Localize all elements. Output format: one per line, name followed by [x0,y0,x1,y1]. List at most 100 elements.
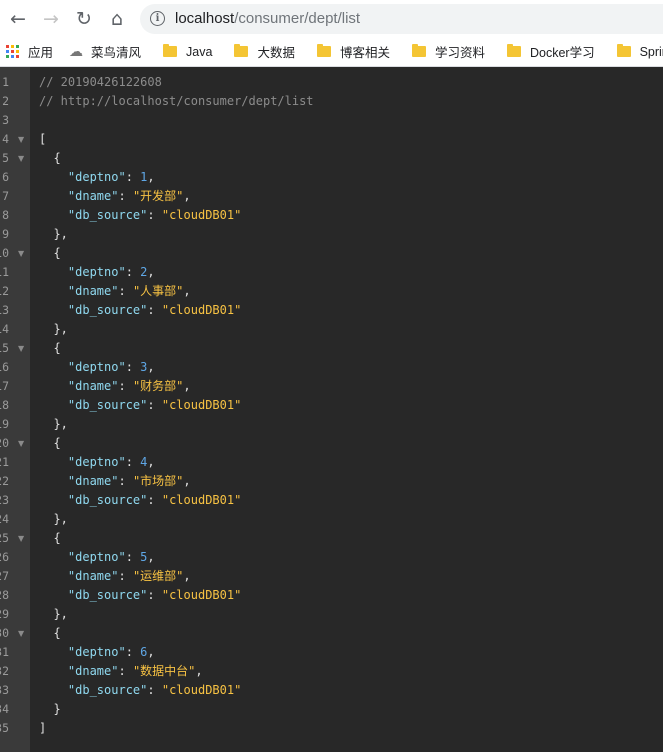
json-code: 1 // 20190426122608 2 // http://localhost/c… [0,73,663,738]
code-text: { [39,624,60,643]
json-string: "cloudDB01" [161,208,242,222]
fold-toggle-icon[interactable]: ▼ [18,529,24,548]
json-punctuation [39,170,68,184]
line-number: 25 [0,531,9,545]
json-punctuation: , [183,189,191,203]
json-punctuation: : [147,208,162,222]
code-text: "deptno": 1, [39,168,155,187]
bookmark-folder[interactable]: 大数据 [234,42,295,61]
home-button[interactable]: ⌂ [103,5,131,33]
brace: }, [39,227,68,241]
json-punctuation: : [118,664,133,678]
fold-toggle-icon[interactable]: ▼ [18,244,24,263]
fold-toggle-icon[interactable]: ▼ [18,624,24,643]
bookmark-label: 应用 [28,46,54,60]
json-punctuation: , [147,550,155,564]
line-number: 19 [0,417,9,431]
json-key: "db_source" [67,398,148,412]
fold-toggle-icon[interactable]: ▼ [18,434,24,453]
fold-toggle-icon[interactable]: ▼ [18,149,24,168]
line-number: 31 [0,645,9,659]
address-bar[interactable]: i localhost/consumer/dept/list [140,3,663,34]
bookmark-folder[interactable]: 博客相关 [316,42,390,61]
line-number: 12 [0,284,9,298]
bookmarks-bar: 应用 ☁ 菜鸟清风 Java 大数据 博客相关 学习资料 Docker学习 Sp… [0,37,663,67]
json-key: "dname" [67,189,119,203]
json-punctuation: , [183,569,191,583]
code-text: { [39,529,60,548]
line-number: 22 [0,474,9,488]
json-punctuation [39,645,68,659]
bookmark-label: SpringCloud [639,44,663,59]
code-line: 35] [0,719,663,738]
brace: { [39,341,61,355]
code-text: "deptno": 2, [39,263,155,282]
code-line: 13 "db_source": "cloudDB01" [0,301,663,320]
code-text: "deptno": 6, [39,643,155,662]
json-punctuation: , [147,360,155,374]
code-text: }, [39,225,68,244]
json-punctuation: : [125,455,141,469]
code-line: 18 "db_source": "cloudDB01" [0,396,663,415]
line-number: 17 [0,379,9,393]
info-icon[interactable]: i [150,11,165,26]
fold-toggle-icon[interactable]: ▼ [18,130,24,149]
line-number: 20 [0,436,9,450]
fold-toggle-icon[interactable]: ▼ [18,339,24,358]
bookmark-apps[interactable]: 应用 [6,42,53,61]
json-punctuation [39,360,68,374]
json-key: "deptno" [67,645,126,659]
code-text: { [39,149,60,168]
brace: }, [39,512,68,526]
brace: { [39,246,61,260]
bookmark-folder[interactable]: Docker学习 [506,42,595,61]
json-punctuation [39,569,68,583]
bookmark-label: Docker学习 [529,46,595,60]
bookmark-folder[interactable]: SpringCloud [616,44,663,59]
json-punctuation [39,398,68,412]
json-punctuation: , [147,265,155,279]
code-line: 14 }, [0,320,663,339]
json-punctuation: , [147,645,155,659]
json-string: "数据中台" [132,664,196,678]
code-text: }, [39,320,67,339]
home-icon: ⌂ [110,7,124,30]
line-number: 28 [0,588,9,602]
json-punctuation [39,588,68,602]
code-text: ] [39,719,46,738]
code-text: }, [39,605,67,624]
line-number: 13 [0,303,9,317]
folder-icon [616,44,631,57]
line-number: 1 [2,75,9,89]
line-number: 21 [0,455,9,469]
json-string: "运维部" [132,569,184,583]
forward-button[interactable]: → [37,5,65,33]
json-key: "deptno" [67,360,126,374]
bookmark-folder[interactable]: Java [163,44,212,59]
code-text: "db_source": "cloudDB01" [39,301,241,320]
code-line: 33 "db_source": "cloudDB01" [0,681,663,700]
code-text: "dname": "人事部", [39,282,191,301]
json-punctuation: : [125,360,141,374]
code-text: } [39,700,60,719]
code-text: // http://localhost/consumer/dept/list [39,92,314,111]
arrow-right-icon: → [43,7,59,30]
reload-button[interactable]: ↻ [70,5,98,33]
code-text: "dname": "财务部", [39,377,191,396]
json-key: "dname" [67,474,119,488]
json-punctuation: : [118,379,133,393]
code-text: "dname": "运维部", [39,567,191,586]
bracket: ] [39,721,47,735]
line-number: 18 [0,398,9,412]
code-line: 17 "dname": "财务部", [0,377,663,396]
json-key: "db_source" [67,683,148,697]
code-line: 19 }, [0,415,663,434]
code-text: "db_source": "cloudDB01" [39,681,241,700]
json-key: "dname" [67,379,119,393]
line-number: 29 [0,607,9,621]
bookmark-folder[interactable]: 学习资料 [411,42,485,61]
code-text: "dname": "市场部", [39,472,191,491]
line-number: 8 [2,208,9,222]
bookmark-item[interactable]: ☁ 菜鸟清风 [69,42,141,61]
back-button[interactable]: ← [4,5,32,33]
